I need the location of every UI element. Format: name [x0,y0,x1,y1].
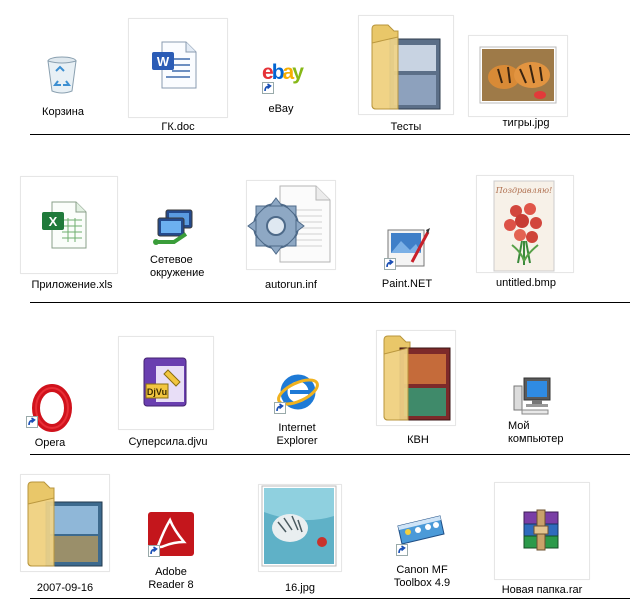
desktop-item-label: 16.jpg [285,582,315,594]
desktop-item-adobe-reader[interactable]: Adobe Reader 8 [140,512,202,598]
desktop-item-novaya-papka-rar[interactable]: Новая папка.rar [492,482,592,598]
desktop-item-canon-toolbox[interactable]: Canon MF Toolbox 4.9 [386,512,458,596]
desktop-item-label: 2007-09-16 [36,582,94,594]
desktop-item-label: Canon MF Toolbox 4.9 [393,564,451,589]
desktop-row-4: 2007-09-16 Adobe Reader 8 16.jpg Canon M… [0,0,630,606]
desktop-item-folder-2007-09-16[interactable]: 2007-09-16 [20,474,110,598]
shortcut-arrow-icon [148,545,160,557]
image-thumbnail-icon [261,485,337,571]
desktop-item-16-jpg[interactable]: 16.jpg [258,484,342,598]
desktop-item-label: Adobe Reader 8 [148,566,194,591]
winrar-archive-icon [520,509,564,559]
shortcut-arrow-icon [396,544,408,556]
folder-icon [24,480,106,575]
row-divider [30,598,630,599]
desktop-item-label: Новая папка.rar [501,584,583,596]
